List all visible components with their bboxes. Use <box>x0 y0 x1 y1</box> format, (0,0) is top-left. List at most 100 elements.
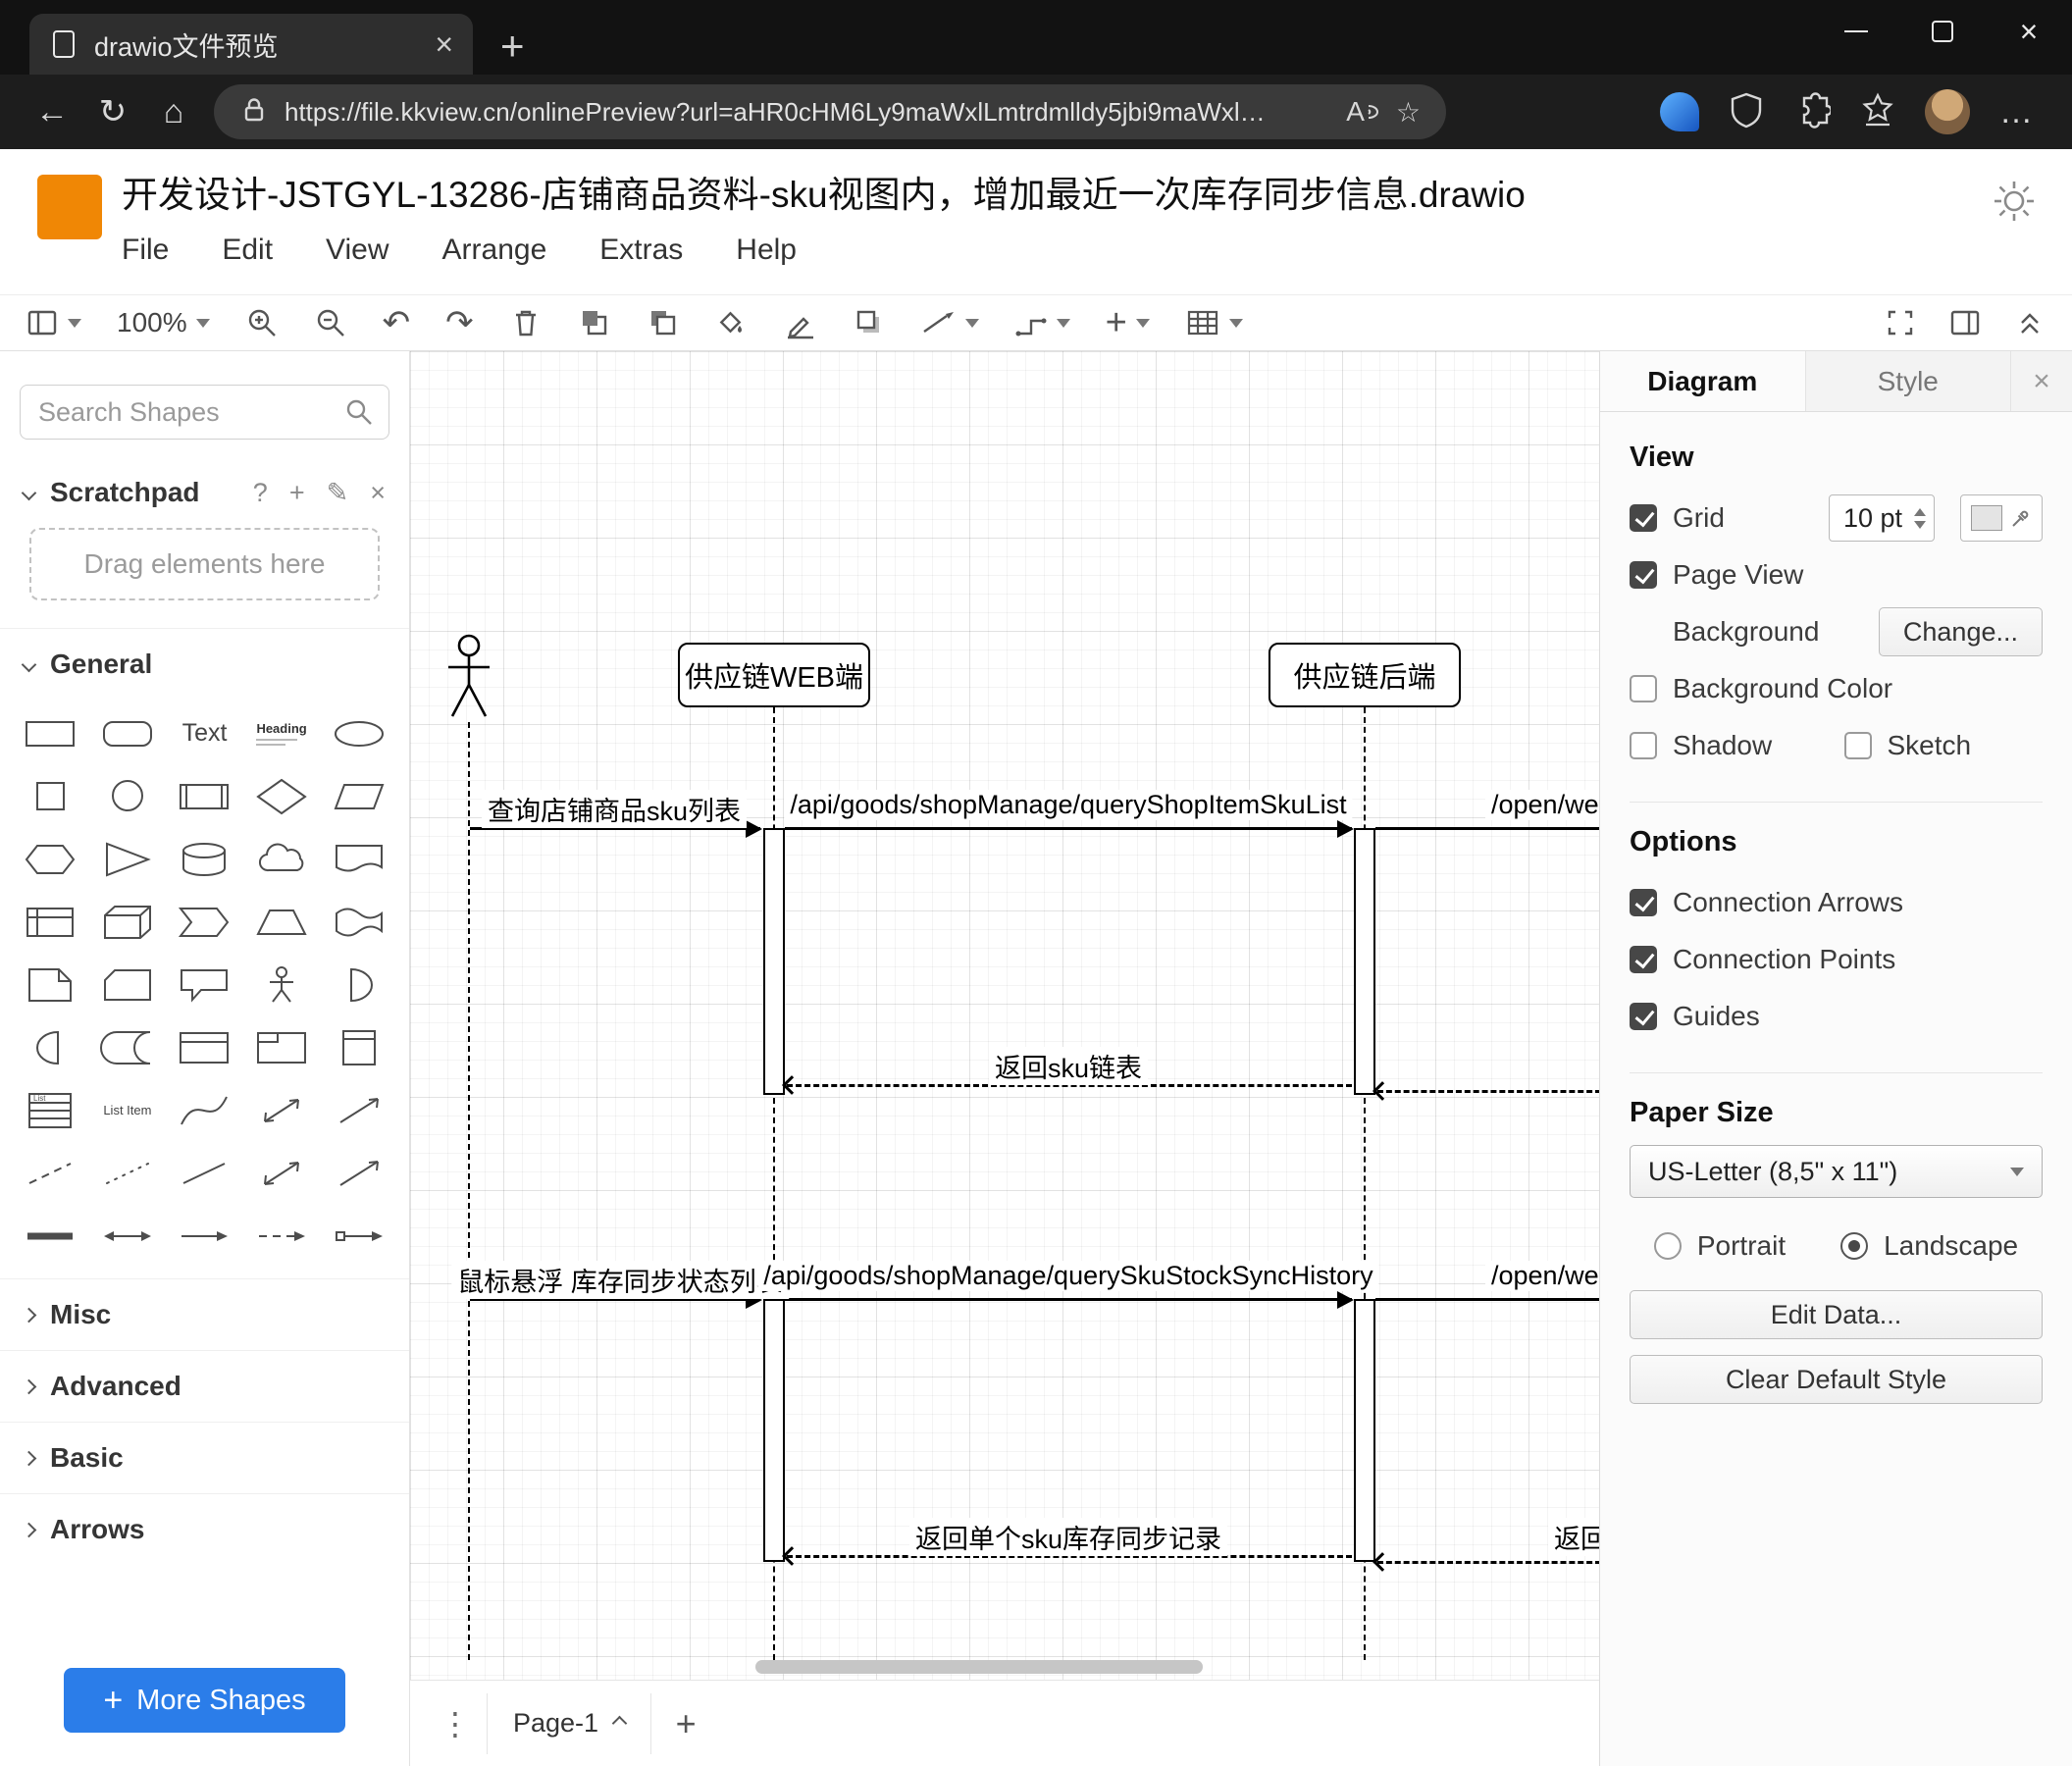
shape-double-arrow[interactable] <box>89 1206 167 1265</box>
tab-diagram[interactable]: Diagram <box>1600 351 1806 411</box>
zoom-in-button[interactable] <box>245 306 279 339</box>
actor-figure[interactable] <box>443 634 494 725</box>
shape-data-storage[interactable] <box>89 1017 167 1076</box>
message-label[interactable]: 查询店铺商品sku列表 <box>481 790 748 828</box>
sketch-toggle[interactable]: Sketch <box>1843 730 2044 761</box>
shape-bidirectional-arrow[interactable] <box>243 1080 321 1139</box>
web-activation-bar[interactable] <box>763 1299 785 1562</box>
shadow-toggle[interactable]: Shadow <box>1630 730 1829 761</box>
shape-document[interactable] <box>320 829 397 888</box>
shape-arrow[interactable] <box>320 1080 397 1139</box>
favorite-star-icon[interactable]: ☆ <box>1396 96 1421 129</box>
shape-vertical-container[interactable] <box>320 1017 397 1076</box>
tab-close-icon[interactable]: × <box>435 28 453 60</box>
collapse-toolbar-button[interactable] <box>2013 306 2046 339</box>
backend-lifeline-box[interactable]: 供应链后端 <box>1269 643 1461 707</box>
menu-arrange[interactable]: Arrange <box>442 234 547 267</box>
insert-button[interactable]: + <box>1106 304 1150 341</box>
favorites-bar-icon[interactable] <box>1860 91 1895 132</box>
scratchpad-add-icon[interactable]: + <box>289 478 305 508</box>
shape-cloud[interactable] <box>243 829 321 888</box>
shape-diamond[interactable] <box>243 766 321 825</box>
section-advanced[interactable]: Advanced <box>0 1350 409 1422</box>
section-general[interactable]: General <box>0 628 409 700</box>
line-color-button[interactable] <box>784 306 817 339</box>
read-aloud-icon[interactable]: A <box>1346 96 1380 128</box>
scratchpad-dropzone[interactable]: Drag elements here <box>29 528 380 600</box>
shape-process[interactable] <box>166 766 243 825</box>
shape-ellipse[interactable] <box>320 703 397 762</box>
grid-size-input[interactable]: 10 pt <box>1828 494 1935 542</box>
sketch-checkbox[interactable] <box>1843 732 1872 759</box>
shape-cylinder[interactable] <box>166 829 243 888</box>
web-lifeline-box[interactable]: 供应链WEB端 <box>678 643 870 707</box>
undo-button[interactable]: ↶ <box>383 306 411 339</box>
scratchpad-edit-icon[interactable]: ✎ <box>327 478 349 508</box>
shape-dashed-line[interactable] <box>12 1143 89 1202</box>
back-icon[interactable]: ← <box>22 84 82 139</box>
connection-style-button[interactable] <box>921 308 979 338</box>
waypoints-button[interactable] <box>1014 308 1070 338</box>
page-view-toggle[interactable]: Page View <box>1630 559 1803 591</box>
message-arrow[interactable] <box>1375 827 1599 830</box>
extensions-puzzle-icon[interactable] <box>1793 91 1833 133</box>
view-menu-button[interactable] <box>26 306 81 339</box>
maximize-button[interactable] <box>1899 0 1986 63</box>
profile-avatar[interactable] <box>1925 89 1970 134</box>
pages-menu-icon[interactable]: ⋮ <box>424 1705 487 1742</box>
window-close-button[interactable]: × <box>1986 0 2072 63</box>
scratchpad-close-icon[interactable]: × <box>370 478 386 508</box>
minimize-button[interactable] <box>1813 0 1899 63</box>
shape-list[interactable]: List <box>12 1080 89 1139</box>
shape-container[interactable] <box>166 1017 243 1076</box>
background-color-toggle[interactable]: Background Color <box>1630 673 1892 704</box>
more-shapes-button[interactable]: + More Shapes <box>64 1668 345 1733</box>
shape-arrow-connector[interactable] <box>166 1206 243 1265</box>
backend-activation-bar[interactable] <box>1354 1299 1375 1562</box>
browser-tab[interactable]: drawio文件预览 × <box>29 14 473 75</box>
shape-actor[interactable] <box>243 955 321 1013</box>
guides-toggle[interactable]: Guides <box>1630 1001 1760 1032</box>
shadow-checkbox[interactable] <box>1630 732 1657 759</box>
shape-hexagon[interactable] <box>12 829 89 888</box>
shape-tape[interactable] <box>320 892 397 951</box>
diagram-canvas[interactable]: 供应链WEB端 供应链后端 查询店铺商品sku列表 /api/goods/sho… <box>410 351 1599 1680</box>
message-label[interactable]: /open/webapi/ <box>1485 790 1599 820</box>
grid-checkbox[interactable] <box>1630 504 1657 532</box>
message-label[interactable]: /api/goods/shopManage/queryShopItemSkuLi… <box>784 790 1353 820</box>
portrait-radio-circle[interactable] <box>1653 1232 1682 1260</box>
fullscreen-button[interactable] <box>1884 306 1917 339</box>
format-close-icon[interactable]: × <box>2011 351 2072 411</box>
shape-rectangle[interactable] <box>12 703 89 762</box>
portrait-radio[interactable]: Portrait <box>1653 1230 1786 1262</box>
message-arrow[interactable] <box>1375 1298 1599 1301</box>
message-label[interactable]: /open/webapi/iten <box>1485 1261 1599 1291</box>
grid-size-stepper[interactable] <box>1914 507 1926 529</box>
connection-arrows-toggle[interactable]: Connection Arrows <box>1630 887 1903 918</box>
home-icon[interactable]: ⌂ <box>143 84 204 139</box>
shape-trapezoid[interactable] <box>243 892 321 951</box>
paper-size-select[interactable]: US-Letter (8,5" x 11") <box>1630 1145 2043 1198</box>
shape-rounded-rectangle[interactable] <box>89 703 167 762</box>
landscape-radio-circle[interactable] <box>1840 1232 1869 1260</box>
message-arrow[interactable] <box>785 1291 1354 1309</box>
browser-menu-icon[interactable]: … <box>1999 93 2035 131</box>
shape-or[interactable] <box>320 955 397 1013</box>
redo-button[interactable]: ↷ <box>445 306 474 339</box>
to-back-button[interactable] <box>647 306 680 339</box>
shape-triangle[interactable] <box>89 829 167 888</box>
connection-points-toggle[interactable]: Connection Points <box>1630 944 1895 975</box>
search-input[interactable] <box>20 385 389 440</box>
menu-extras[interactable]: Extras <box>599 234 683 267</box>
menu-edit[interactable]: Edit <box>222 234 273 267</box>
message-label[interactable]: /api/goods/shopManage/querySkuStockSyncH… <box>757 1261 1379 1291</box>
shape-circle[interactable] <box>89 766 167 825</box>
grid-color-button[interactable] <box>1960 494 2043 542</box>
shape-note[interactable] <box>12 955 89 1013</box>
fill-color-button[interactable] <box>715 306 749 339</box>
tab-style[interactable]: Style <box>1806 351 2011 411</box>
edit-data-button[interactable]: Edit Data... <box>1630 1290 2043 1339</box>
scratchpad-help-icon[interactable]: ? <box>253 478 268 508</box>
return-arrow[interactable] <box>1373 1081 1599 1101</box>
message-arrow[interactable] <box>785 820 1354 838</box>
